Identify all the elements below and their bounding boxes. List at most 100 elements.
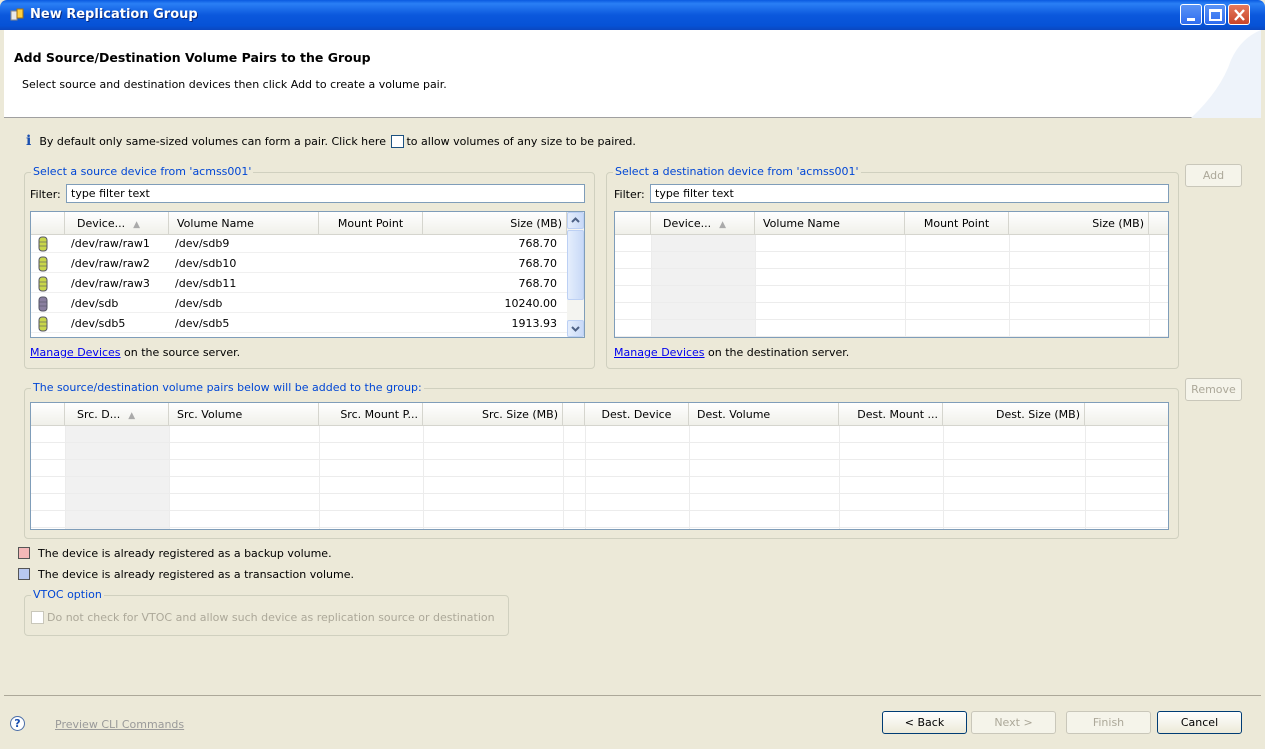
disk-icon xyxy=(37,235,57,253)
add-button[interactable]: Add xyxy=(1185,164,1242,187)
table-row[interactable]: /dev/raw/raw2/dev/sdb10 768.70 xyxy=(31,255,567,273)
destination-col-mount[interactable]: Mount Point xyxy=(905,212,1009,235)
source-col-mount[interactable]: Mount Point xyxy=(319,212,423,235)
source-table-scrollbar[interactable] xyxy=(567,212,584,337)
table-row[interactable]: /dev/raw/raw3/dev/sdb11 768.70 xyxy=(31,275,567,293)
table-row xyxy=(31,426,1168,443)
row-device: /dev/raw/raw3 xyxy=(71,277,150,290)
vtoc-checkbox-label: Do not check for VTOC and allow such dev… xyxy=(47,611,495,624)
maximize-button[interactable] xyxy=(1204,4,1226,25)
source-manage-devices-link[interactable]: Manage Devices xyxy=(30,346,121,359)
volume-pairs-table: Src. D... ▲ Src. Volume Src. Mount P... S… xyxy=(30,402,1169,530)
row-volume: /dev/sdb9 xyxy=(175,237,230,250)
table-row[interactable]: /dev/sdb5/dev/sdb5 1913.93 xyxy=(31,315,567,333)
source-filter-input[interactable] xyxy=(66,184,585,203)
scroll-thumb[interactable] xyxy=(567,230,584,300)
pairs-col-src-mount[interactable]: Src. Mount P... xyxy=(319,403,423,426)
row-volume: /dev/sdb5 xyxy=(175,317,230,330)
source-col-volume[interactable]: Volume Name xyxy=(169,212,319,235)
vtoc-option-row: Do not check for VTOC and allow such dev… xyxy=(31,611,495,624)
row-device: /dev/sdb xyxy=(71,297,119,310)
info-text-after: to allow volumes of any size to be paire… xyxy=(406,134,636,148)
source-group-legend: Select a source device from 'acmss001' xyxy=(31,165,254,178)
destination-group-legend: Select a destination device from 'acmss0… xyxy=(613,165,861,178)
allow-any-size-checkbox[interactable] xyxy=(391,134,405,148)
pairs-col-src-size[interactable]: Src. Size (MB) xyxy=(423,403,563,426)
table-row[interactable]: /dev/raw/raw1/dev/sdb9 768.70 xyxy=(31,235,567,253)
row-device: /dev/sdb5 xyxy=(71,317,126,330)
row-mount xyxy=(321,295,421,313)
page-subtitle: Select source and destination devices th… xyxy=(22,78,447,91)
wizard-header: Add Source/Destination Volume Pairs to t… xyxy=(4,30,1261,118)
row-mount xyxy=(321,235,421,253)
destination-col-size[interactable]: Size (MB) xyxy=(1009,212,1149,235)
pairs-col-dest-mount[interactable]: Dest. Mount ... xyxy=(839,403,943,426)
destination-filter-input[interactable] xyxy=(650,184,1169,203)
pairs-col-src-device[interactable]: Src. D... ▲ xyxy=(65,403,169,426)
destination-col-volume[interactable]: Volume Name xyxy=(755,212,905,235)
table-row[interactable] xyxy=(31,335,567,337)
backup-legend-text: The device is already registered as a ba… xyxy=(38,547,332,560)
table-row xyxy=(615,235,1168,252)
minimize-icon xyxy=(1187,18,1195,21)
sort-up-icon: ▲ xyxy=(133,220,141,230)
close-icon xyxy=(1234,9,1245,21)
source-col-size[interactable]: Size (MB) xyxy=(423,212,567,235)
new-replication-group-window: New Replication Group Add Source/Destina… xyxy=(0,0,1265,749)
destination-device-table: Device... ▲ Volume Name Mount Point Size … xyxy=(614,211,1169,338)
source-filter-label: Filter: xyxy=(30,188,61,201)
table-row xyxy=(31,494,1168,511)
window-title: New Replication Group xyxy=(30,7,198,22)
pairs-col-spacer xyxy=(563,403,585,426)
destination-manage-line: Manage Devices on the destination server… xyxy=(614,346,849,359)
row-mount xyxy=(321,255,421,273)
backup-color-swatch xyxy=(18,547,30,559)
info-icon: i xyxy=(26,133,32,149)
destination-manage-suffix: on the destination server. xyxy=(708,346,850,359)
table-row xyxy=(615,269,1168,286)
cancel-button[interactable]: Cancel xyxy=(1157,711,1242,734)
row-size: 768.70 xyxy=(518,237,558,250)
scroll-up-button[interactable] xyxy=(567,212,584,229)
pairs-col-dest-volume[interactable]: Dest. Volume xyxy=(689,403,839,426)
destination-col-device[interactable]: Device... ▲ xyxy=(651,212,755,235)
minimize-button[interactable] xyxy=(1180,4,1202,25)
table-row xyxy=(31,460,1168,477)
preview-cli-commands-link[interactable]: Preview CLI Commands xyxy=(55,718,184,731)
vtoc-checkbox[interactable] xyxy=(31,611,44,624)
table-row xyxy=(31,477,1168,494)
scroll-down-button[interactable] xyxy=(567,320,584,337)
row-size: 768.70 xyxy=(518,257,558,270)
destination-filter-label: Filter: xyxy=(614,188,645,201)
transaction-legend-text: The device is already registered as a tr… xyxy=(38,568,354,581)
page-title: Add Source/Destination Volume Pairs to t… xyxy=(14,50,371,65)
remove-button[interactable]: Remove xyxy=(1185,378,1242,401)
scroll-up-icon xyxy=(571,217,580,223)
table-row[interactable]: /dev/sdb/dev/sdb 10240.00 xyxy=(31,295,567,313)
pairs-group-legend: The source/destination volume pairs belo… xyxy=(31,381,424,394)
pairs-col-dest-size[interactable]: Dest. Size (MB) xyxy=(943,403,1085,426)
row-device: /dev/raw/raw2 xyxy=(71,257,150,270)
source-col-device[interactable]: Device... ▲ xyxy=(65,212,169,235)
disk-icon xyxy=(37,275,57,293)
destination-manage-devices-link[interactable]: Manage Devices xyxy=(614,346,705,359)
table-row xyxy=(31,511,1168,528)
help-icon[interactable]: ? xyxy=(10,716,25,731)
row-size: 1913.93 xyxy=(511,317,558,330)
pairs-col-dest-device[interactable]: Dest. Device xyxy=(585,403,689,426)
source-col-icon xyxy=(31,212,65,235)
pairs-col-src-volume[interactable]: Src. Volume xyxy=(169,403,319,426)
destination-col-icon xyxy=(615,212,651,235)
title-bar: New Replication Group xyxy=(0,0,1265,30)
maximize-icon xyxy=(1209,9,1222,21)
table-row xyxy=(615,303,1168,320)
finish-button[interactable]: Finish xyxy=(1066,711,1151,734)
transaction-color-swatch xyxy=(18,568,30,580)
close-button[interactable] xyxy=(1228,4,1250,25)
back-button[interactable]: < Back xyxy=(882,711,967,734)
pairs-col-src-device-label: Src. D... xyxy=(77,408,121,421)
row-volume: /dev/sdb10 xyxy=(175,257,237,270)
row-size: 10240.00 xyxy=(504,297,558,310)
info-text-before: By default only same-sized volumes can f… xyxy=(39,134,386,148)
next-button[interactable]: Next > xyxy=(971,711,1056,734)
